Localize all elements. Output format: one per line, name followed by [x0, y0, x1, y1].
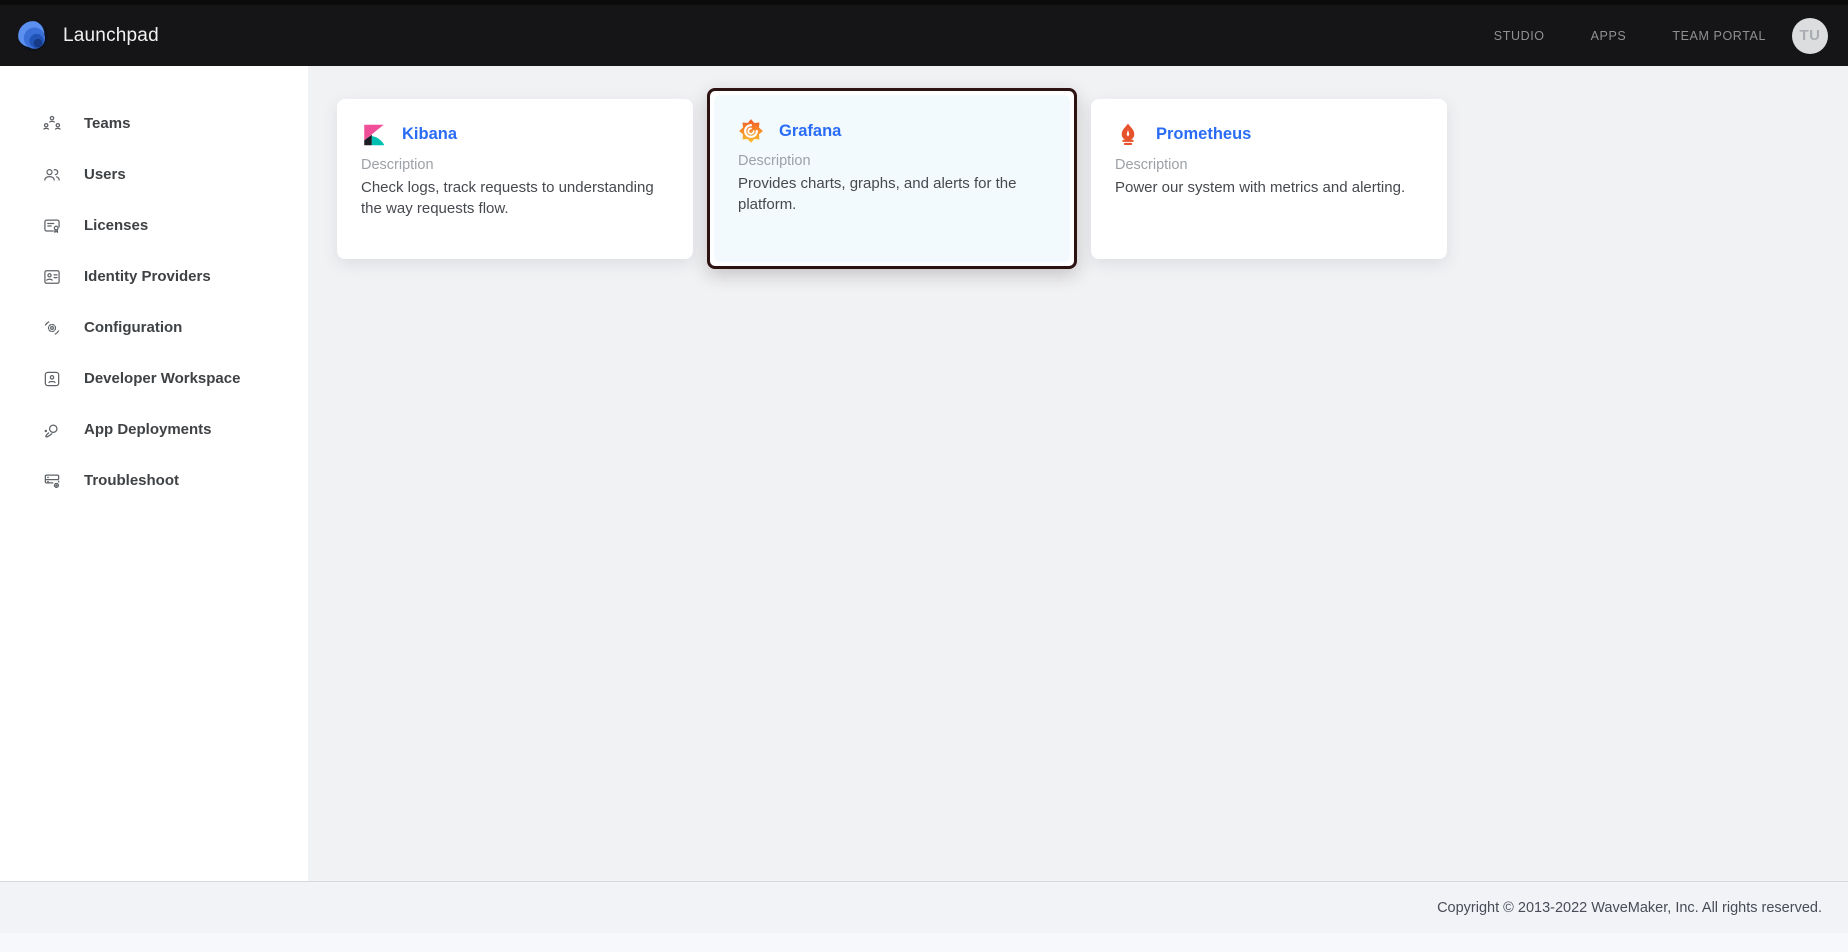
sidebar-item-teams[interactable]: Teams: [0, 98, 308, 149]
sidebar-item-label: Troubleshoot: [84, 472, 179, 489]
sidebar: Teams Users Licenses: [0, 66, 308, 881]
nav-link-apps[interactable]: APPS: [1591, 29, 1627, 43]
top-nav: STUDIO APPS TEAM PORTAL: [1494, 29, 1766, 43]
troubleshoot-icon: [42, 471, 62, 491]
copyright-text: Copyright © 2013-2022 WaveMaker, Inc. Al…: [1437, 900, 1822, 916]
grafana-logo-icon: [738, 118, 764, 144]
sidebar-item-label: Teams: [84, 115, 130, 132]
app-description: Check logs, track requests to understand…: [361, 177, 661, 220]
sidebar-item-users[interactable]: Users: [0, 149, 308, 200]
app-card-grafana[interactable]: Grafana Description Provides charts, gra…: [714, 95, 1070, 262]
bottom-strip: [0, 933, 1848, 952]
sidebar-item-identity-providers[interactable]: Identity Providers: [0, 251, 308, 302]
top-bar: Launchpad STUDIO APPS TEAM PORTAL TU: [0, 0, 1848, 66]
main-shell: Teams Users Licenses: [0, 66, 1848, 881]
configuration-icon: [42, 318, 62, 338]
content-area: Kibana Description Check logs, track req…: [308, 66, 1848, 881]
sidebar-item-label: Developer Workspace: [84, 370, 240, 387]
launchpad-page: Launchpad STUDIO APPS TEAM PORTAL TU Tea…: [0, 0, 1848, 952]
description-label: Description: [738, 153, 1046, 169]
sidebar-item-label: Licenses: [84, 217, 148, 234]
sidebar-item-label: App Deployments: [84, 421, 212, 438]
sidebar-item-label: Identity Providers: [84, 268, 211, 285]
app-card-kibana[interactable]: Kibana Description Check logs, track req…: [337, 99, 693, 259]
sidebar-item-label: Users: [84, 166, 126, 183]
sidebar-item-licenses[interactable]: Licenses: [0, 200, 308, 251]
app-description: Provides charts, graphs, and alerts for …: [738, 173, 1038, 216]
app-card-title[interactable]: Grafana: [779, 122, 841, 141]
app-card-prometheus[interactable]: Prometheus Description Power our system …: [1091, 99, 1447, 259]
sidebar-item-configuration[interactable]: Configuration: [0, 302, 308, 353]
description-label: Description: [1115, 157, 1423, 173]
brand: Launchpad: [16, 19, 159, 53]
app-card-title[interactable]: Kibana: [402, 125, 457, 144]
app-card-grafana-selected-frame[interactable]: Grafana Description Provides charts, gra…: [707, 88, 1077, 269]
sidebar-item-developer-workspace[interactable]: Developer Workspace: [0, 353, 308, 404]
licenses-icon: [42, 216, 62, 236]
app-deployments-icon: [42, 420, 62, 440]
sidebar-item-troubleshoot[interactable]: Troubleshoot: [0, 455, 308, 506]
prometheus-logo-icon: [1115, 122, 1141, 148]
nav-link-team-portal[interactable]: TEAM PORTAL: [1672, 29, 1766, 43]
users-icon: [42, 165, 62, 185]
sidebar-item-label: Configuration: [84, 319, 182, 336]
sidebar-item-app-deployments[interactable]: App Deployments: [0, 404, 308, 455]
user-avatar[interactable]: TU: [1792, 18, 1828, 54]
wavemaker-logo-icon: [16, 19, 50, 53]
developer-workspace-icon: [42, 369, 62, 389]
identity-providers-icon: [42, 267, 62, 287]
nav-link-studio[interactable]: STUDIO: [1494, 29, 1545, 43]
app-description: Power our system with metrics and alerti…: [1115, 177, 1415, 198]
footer: Copyright © 2013-2022 WaveMaker, Inc. Al…: [0, 881, 1848, 933]
teams-icon: [42, 114, 62, 134]
description-label: Description: [361, 157, 669, 173]
app-title: Launchpad: [63, 25, 159, 47]
kibana-logo-icon: [361, 122, 387, 148]
app-cards-row: Kibana Description Check logs, track req…: [337, 88, 1848, 269]
app-card-title[interactable]: Prometheus: [1156, 125, 1251, 144]
